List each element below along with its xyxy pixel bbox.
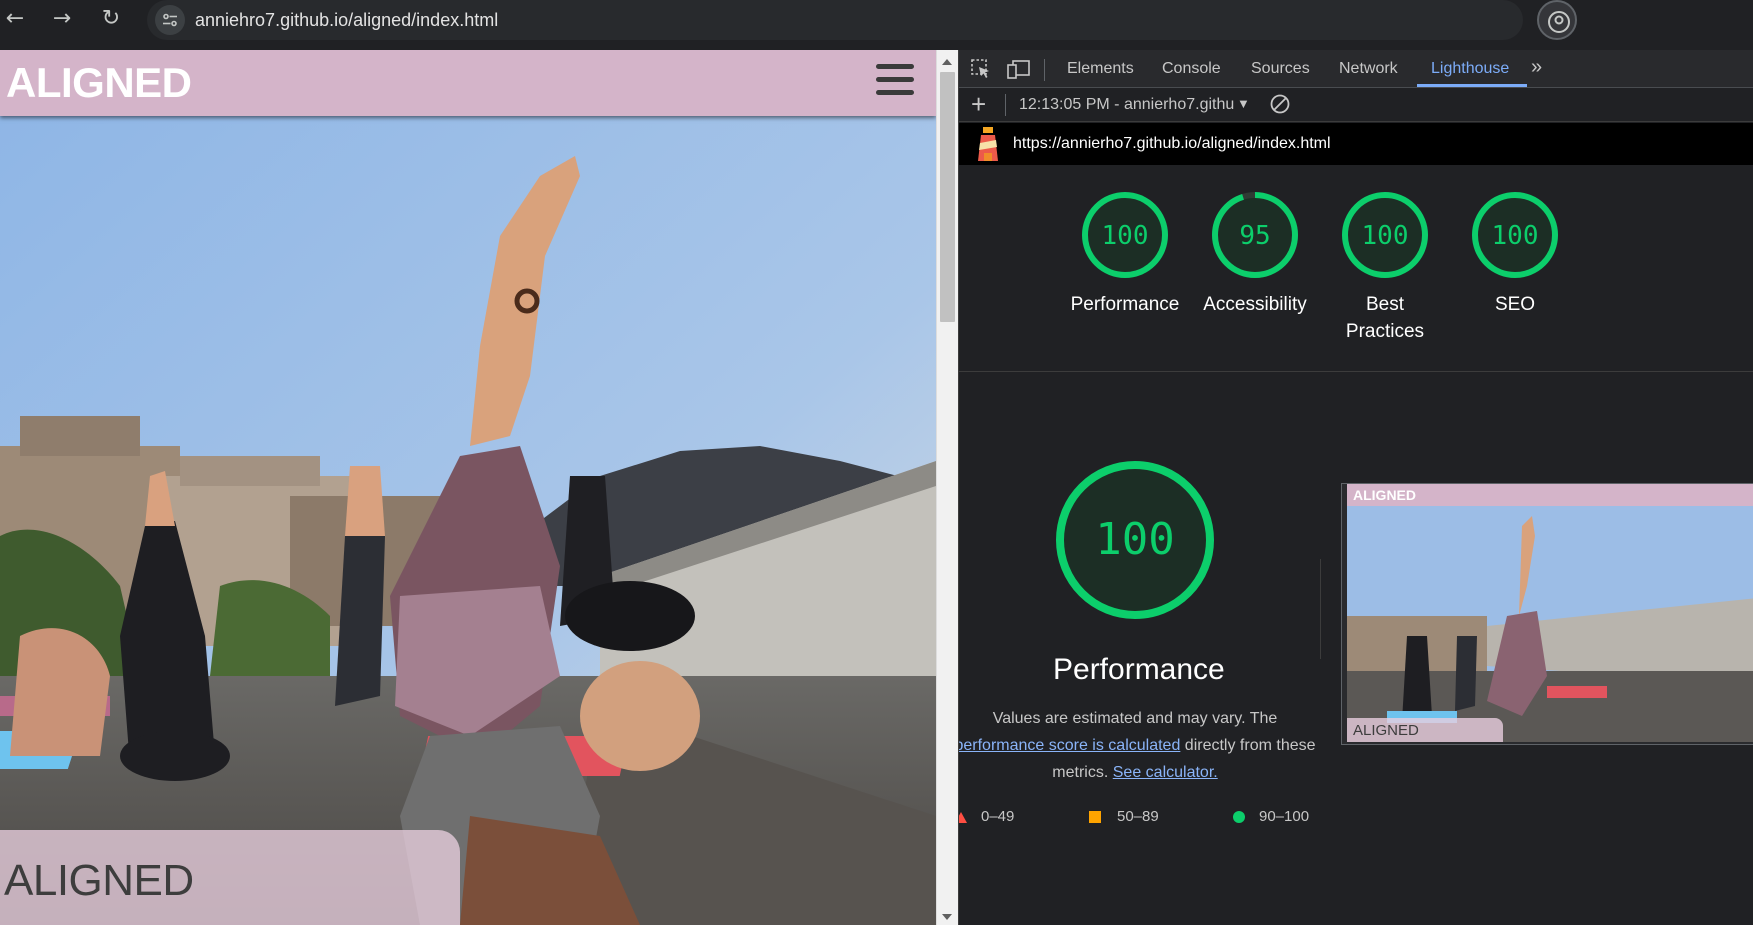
- legend-average: 50–89: [1089, 808, 1159, 825]
- reload-icon[interactable]: ↻: [96, 4, 126, 34]
- toolbar-divider: [1044, 59, 1045, 81]
- page-viewport: ALIGNED ALIGNED: [0, 50, 936, 925]
- gauge-best-practices[interactable]: 100 Best Practices: [1315, 189, 1455, 345]
- tab-sources[interactable]: Sources: [1251, 60, 1310, 78]
- see-calculator-link[interactable]: See calculator.: [1113, 764, 1218, 781]
- lighthouse-toolbar: + 12:13:05 PM - annierho7.github.io ▼: [959, 88, 1753, 122]
- gauge-label: Performance: [1070, 294, 1180, 315]
- hero-caption: ALIGNED: [4, 856, 194, 905]
- lighthouse-logo-icon: [975, 127, 1001, 166]
- inspect-element-icon[interactable]: [970, 58, 992, 80]
- profile-icon[interactable]: [1537, 0, 1577, 40]
- devtools-tabbar: Elements Console Sources Network Lightho…: [959, 50, 1753, 88]
- page-scrollbar[interactable]: [936, 50, 958, 925]
- score-calculation-link[interactable]: performance score is calculated: [959, 737, 1180, 754]
- gauge-performance[interactable]: 100 Performance: [1055, 189, 1195, 318]
- tab-lighthouse[interactable]: Lighthouse: [1431, 60, 1509, 78]
- site-logo[interactable]: ALIGNED: [6, 59, 192, 107]
- gauge-label: SEO: [1494, 294, 1536, 315]
- tune-icon[interactable]: [155, 5, 185, 35]
- thumbnail-caption-card: ALIGNED: [1347, 718, 1503, 742]
- section-divider: [1320, 559, 1321, 659]
- thumbnail-caption: ALIGNED: [1353, 722, 1419, 739]
- thumbnail-header: ALIGNED: [1347, 484, 1753, 506]
- pass-circle-icon: [1233, 811, 1245, 824]
- performance-section: 100 Performance Values are estimated and…: [959, 373, 1753, 925]
- tab-console[interactable]: Console: [1162, 60, 1221, 78]
- tab-network[interactable]: Network: [1339, 60, 1398, 78]
- clear-reports-icon[interactable]: [1269, 93, 1291, 120]
- desc-text: Values are estimated and may vary. The: [992, 710, 1278, 727]
- devtools-panel: Elements Console Sources Network Lightho…: [958, 50, 1753, 925]
- seo-gauge-ring: 100: [1472, 192, 1558, 278]
- score-legend: 0–49 50–89 90–100: [959, 808, 1399, 832]
- svg-text:100: 100: [1492, 221, 1539, 251]
- thumbnail-logo: ALIGNED: [1353, 487, 1416, 503]
- legend-pass: 90–100: [1233, 808, 1309, 825]
- scroll-down-arrow-icon[interactable]: [942, 914, 952, 920]
- final-screenshot-thumbnail[interactable]: ALIGNED ALIGNED: [1341, 483, 1753, 745]
- fail-triangle-icon: [959, 811, 967, 823]
- report-selector[interactable]: 12:13:05 PM - annierho7.github.io: [1019, 96, 1234, 114]
- category-gauges: 100 Performance 95 Accessibility 100 Bes…: [959, 165, 1753, 372]
- performance-title: Performance: [1053, 653, 1225, 686]
- chevron-down-icon[interactable]: ▼: [1237, 96, 1250, 111]
- device-toolbar-icon[interactable]: [1007, 58, 1030, 80]
- tab-elements[interactable]: Elements: [1067, 60, 1134, 78]
- best-practices-gauge-ring: 100: [1342, 192, 1428, 278]
- hero-image: ALIGNED: [0, 116, 936, 925]
- toolbar-divider: [1005, 94, 1006, 116]
- new-report-icon[interactable]: +: [971, 91, 986, 117]
- report-url-link[interactable]: https://annierho7.github.io/aligned/inde…: [1013, 135, 1331, 153]
- svg-text:100: 100: [1095, 514, 1174, 565]
- performance-gauge-ring: 100: [1082, 192, 1168, 278]
- gauge-label: Best Practices: [1345, 294, 1425, 342]
- gauge-seo[interactable]: 100 SEO: [1445, 189, 1585, 318]
- active-tab-indicator: [1417, 84, 1527, 87]
- browser-toolbar: ← → ↻ anniehro7.github.io/aligned/index.…: [0, 0, 1753, 50]
- lighthouse-url-bar: https://annierho7.github.io/aligned/inde…: [959, 123, 1753, 165]
- svg-text:95: 95: [1239, 221, 1270, 251]
- accessibility-gauge-ring: 95: [1212, 192, 1298, 278]
- performance-description: Values are estimated and may vary. The p…: [959, 705, 1317, 786]
- svg-text:100: 100: [1102, 221, 1149, 251]
- hamburger-menu-icon[interactable]: [876, 64, 914, 98]
- site-header: ALIGNED: [0, 50, 936, 116]
- average-square-icon: [1089, 811, 1101, 824]
- scroll-up-arrow-icon[interactable]: [942, 59, 952, 65]
- address-url[interactable]: anniehro7.github.io/aligned/index.html: [195, 10, 498, 31]
- hero-caption-card: ALIGNED: [0, 830, 460, 925]
- svg-text:100: 100: [1362, 221, 1409, 251]
- scrollbar-thumb[interactable]: [940, 72, 955, 322]
- forward-arrow-icon[interactable]: →: [47, 4, 77, 34]
- performance-big-gauge: 100: [1053, 458, 1217, 627]
- back-arrow-icon[interactable]: ←: [0, 4, 30, 34]
- thumbnail-image: [1347, 506, 1753, 742]
- gauge-accessibility[interactable]: 95 Accessibility: [1185, 189, 1325, 318]
- gauge-label: Accessibility: [1203, 294, 1307, 315]
- legend-fail: 0–49: [959, 808, 1014, 825]
- address-bar[interactable]: anniehro7.github.io/aligned/index.html: [147, 0, 1523, 40]
- more-tabs-icon[interactable]: »: [1531, 56, 1542, 79]
